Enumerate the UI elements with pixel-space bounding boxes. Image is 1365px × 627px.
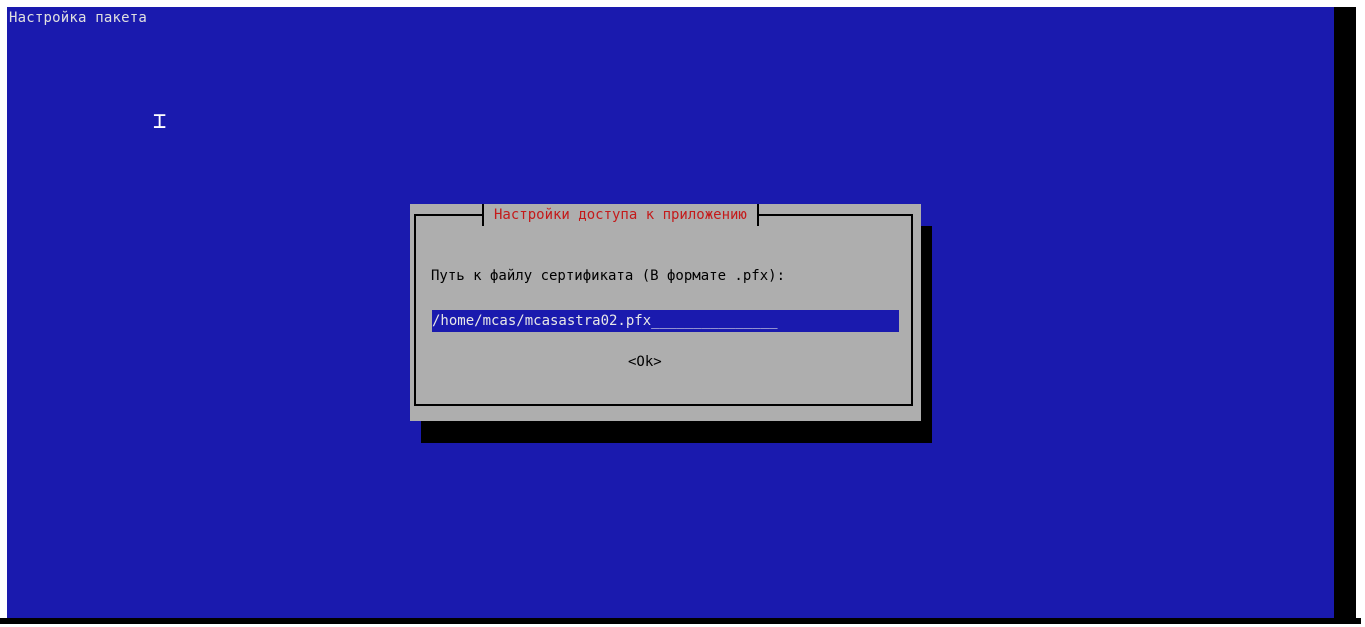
backtitle: Настройка пакета <box>9 10 148 26</box>
certificate-path-input[interactable]: /home/mcas/mcasastra02.pfx______________… <box>432 310 899 332</box>
right-edge-gap <box>1356 7 1361 618</box>
dialog: Настройки доступа к приложению Путь к фа… <box>410 204 921 421</box>
dialog-title: Настройки доступа к приложению <box>482 204 759 226</box>
right-edge-bar <box>1334 7 1356 618</box>
certificate-path-fill: _______________ <box>651 313 778 329</box>
ok-button[interactable]: <Ok> <box>628 354 662 370</box>
i-beam-cursor-icon: ⌶ <box>153 109 167 134</box>
dialog-prompt: Путь к файлу сертификата (В формате .pfx… <box>431 268 786 284</box>
certificate-path-value: /home/mcas/mcasastra02.pfx <box>432 313 652 329</box>
screen: Настройка пакета ⌶ Настройки доступа к п… <box>0 0 1365 627</box>
terminal-window[interactable]: Настройка пакета ⌶ Настройки доступа к п… <box>7 7 1334 618</box>
bottom-edge-bar <box>0 618 1361 624</box>
